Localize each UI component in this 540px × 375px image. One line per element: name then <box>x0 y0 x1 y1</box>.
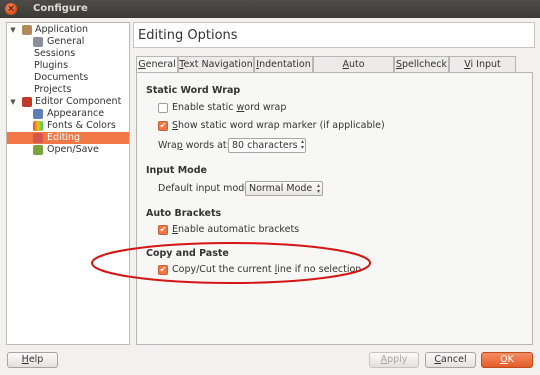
default-input-mode-label: Default input mode <box>158 183 251 194</box>
tab-auto-completion[interactable]: Auto Completion <box>313 56 394 85</box>
static-word-wrap-title: Static Word Wrap <box>146 85 241 96</box>
tree-item-documents[interactable]: Documents <box>7 72 129 84</box>
appearance-icon <box>33 109 43 119</box>
tree-item-sessions[interactable]: Sessions <box>7 48 129 60</box>
page-title: Editing Options <box>133 22 535 48</box>
tree-item-application[interactable]: ▼ Application <box>7 24 129 36</box>
spin-arrows-icon[interactable]: ▴ ▾ <box>301 139 304 151</box>
expand-arrow-icon[interactable]: ▼ <box>9 24 17 36</box>
tab-indentation[interactable]: Indentation <box>254 56 313 72</box>
combo-arrows-icon: ▴ ▾ <box>316 182 320 195</box>
auto-brackets-title: Auto Brackets <box>146 208 222 219</box>
wrap-words-at-label: Wrap words at: <box>158 140 230 151</box>
default-input-mode-value: Normal Mode <box>249 183 313 194</box>
general-icon <box>33 37 43 47</box>
tree-item-label: Plugins <box>34 60 69 71</box>
tab-spellcheck[interactable]: Spellcheck <box>394 56 449 72</box>
tree-item-fonts-colors[interactable]: Fonts & Colors <box>7 120 129 132</box>
copy-cut-line-label: Copy/Cut the current line if no selectio… <box>172 264 362 275</box>
copy-cut-line-checkbox[interactable]: ✔ <box>158 265 168 275</box>
enable-static-word-wrap-checkbox[interactable] <box>158 103 168 113</box>
tree-item-label: Editing <box>47 132 81 143</box>
cancel-button[interactable]: Cancel <box>425 352 476 368</box>
enable-auto-brackets-label: Enable automatic brackets <box>172 224 300 235</box>
tab-general[interactable]: General <box>136 56 178 73</box>
tree-item-projects[interactable]: Projects <box>7 84 129 96</box>
tree-item-label: Application <box>35 24 89 35</box>
copy-and-paste-title: Copy and Paste <box>146 248 229 259</box>
general-tab-panel: Static Word Wrap Enable static word wrap… <box>136 72 533 345</box>
wrap-words-at-spinbox[interactable]: 80 characters ▴ ▾ <box>228 138 306 153</box>
settings-panel: Editing Options General Text Navigation … <box>133 22 535 345</box>
tree-item-label: Projects <box>34 84 72 95</box>
ok-button[interactable]: OK <box>481 352 533 368</box>
help-button[interactable]: Help <box>7 352 58 368</box>
tree-item-label: Documents <box>34 72 89 83</box>
tab-text-navigation[interactable]: Text Navigation <box>178 56 254 72</box>
tree-item-general[interactable]: General <box>7 36 129 48</box>
show-wrap-marker-checkbox[interactable]: ✔ <box>158 121 168 131</box>
application-icon <box>22 25 32 35</box>
apply-button[interactable]: Apply <box>369 352 419 368</box>
default-input-mode-select[interactable]: Normal Mode ▴ ▾ <box>245 181 323 196</box>
tab-vi-input-mode[interactable]: Vi Input Mode <box>449 56 516 85</box>
tree-item-editing[interactable]: Editing <box>7 132 129 144</box>
editor-icon <box>22 97 32 107</box>
config-tree[interactable]: ▼ Application General Sessions Plugins D… <box>6 22 130 345</box>
tree-item-plugins[interactable]: Plugins <box>7 60 129 72</box>
wrap-words-at-value: 80 characters <box>232 140 298 151</box>
tree-item-label: Open/Save <box>47 144 99 155</box>
close-icon[interactable]: × <box>5 3 17 15</box>
tree-item-open-save[interactable]: Open/Save <box>7 144 129 156</box>
tree-item-editor-component[interactable]: ▼ Editor Component <box>7 96 129 108</box>
enable-auto-brackets-checkbox[interactable]: ✔ <box>158 225 168 235</box>
title-bar: × Configure <box>0 0 540 18</box>
tree-item-appearance[interactable]: Appearance <box>7 108 129 120</box>
tree-item-label: Appearance <box>47 108 105 119</box>
open-save-icon <box>33 145 43 155</box>
enable-static-word-wrap-label: Enable static word wrap <box>172 102 287 113</box>
show-wrap-marker-label: Show static word wrap marker (if applica… <box>172 120 385 131</box>
window-title: Configure <box>33 3 88 14</box>
expand-arrow-icon[interactable]: ▼ <box>9 96 17 108</box>
editing-icon <box>33 133 43 143</box>
tree-item-label: Fonts & Colors <box>47 120 116 131</box>
tree-item-label: Sessions <box>34 48 76 59</box>
configure-dialog: × Configure ▼ Application General Sessio… <box>0 0 540 375</box>
tree-item-label: Editor Component <box>35 96 122 107</box>
tree-item-label: General <box>47 36 85 47</box>
input-mode-title: Input Mode <box>146 165 207 176</box>
fonts-colors-icon <box>33 121 43 131</box>
